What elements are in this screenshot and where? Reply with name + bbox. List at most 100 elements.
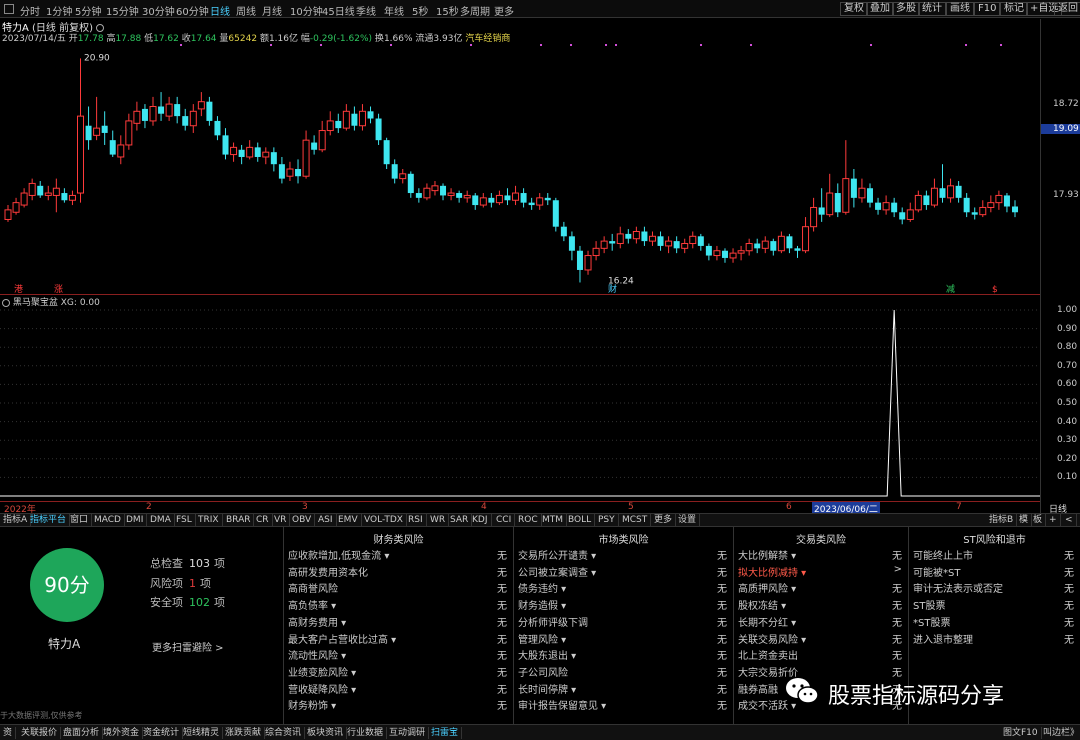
indicator-tab[interactable]: PSY (595, 514, 619, 527)
period-tab[interactable]: 季线 (356, 3, 376, 18)
indicator-tab[interactable]: CCI (493, 514, 516, 527)
risk-item[interactable]: 股权冻结 ▾ 无 (738, 597, 902, 612)
indicator-tab[interactable]: MCST (619, 514, 652, 527)
risk-item[interactable]: 高财务费用 ▾ 无 (288, 614, 507, 629)
risk-item[interactable]: 债务违约 ▾ 无 (518, 580, 727, 595)
toolbar-button[interactable]: F10 (974, 2, 1001, 16)
indicator-tab[interactable]: BOLL (565, 514, 596, 527)
toolbar-button[interactable]: 叠加 (866, 2, 894, 16)
indicator-tab[interactable]: 窗口 (67, 514, 93, 527)
period-tab[interactable]: 5分钟 (75, 3, 101, 18)
event-marker[interactable]: 涨 (54, 284, 63, 294)
risk-item[interactable]: 长时间停牌 ▾ 无 (518, 681, 727, 696)
period-tab[interactable]: 月线 (262, 3, 282, 18)
period-tab[interactable]: 15秒 (436, 3, 459, 18)
period-tab[interactable]: 更多 (494, 3, 514, 18)
risk-item[interactable]: 应收款增加,低现金流 ▾ 无 (288, 547, 507, 562)
indicator-tab[interactable]: 指标平台 (27, 514, 71, 527)
risk-item[interactable]: 可能终止上市 无 (913, 547, 1074, 562)
bottom-tab[interactable]: 关联报价 (18, 727, 62, 739)
bottom-tab[interactable]: 资 (0, 727, 17, 739)
risk-item[interactable]: 营收疑降风险 ▾ 无 (288, 681, 507, 696)
risk-item[interactable]: 长期不分红 ▾ 无 (738, 614, 902, 629)
risk-item[interactable]: 拟大比例减持 ▾ > (738, 564, 902, 579)
toolbar-button[interactable]: 画线 (946, 2, 974, 16)
risk-item[interactable]: *ST股票 无 (913, 614, 1074, 629)
toolbar-button[interactable]: 返回 (1054, 2, 1080, 16)
bottom-tab[interactable]: 短线精灵 (180, 727, 224, 739)
period-tab[interactable]: 分时 (20, 3, 40, 18)
risk-item[interactable]: 大宗交易折价无 (738, 664, 902, 679)
risk-item[interactable]: ST股票 无 (913, 597, 1074, 612)
indicator-tab-right[interactable]: < (1062, 514, 1077, 527)
period-tab[interactable]: 年线 (384, 3, 404, 18)
indicator-tab[interactable]: FSL (173, 514, 196, 527)
risk-item[interactable]: 审计报告保留意见 ▾ 无 (518, 697, 727, 712)
indicator-tab[interactable]: DMI (123, 514, 148, 527)
indicator-tab[interactable]: ASI (315, 514, 337, 527)
bottom-tab[interactable]: 行业数据 (344, 727, 388, 739)
indicator-tab[interactable]: 设置 (675, 514, 701, 527)
period-tab[interactable]: 10分钟 (290, 3, 323, 18)
risk-item[interactable]: 公司被立案调查 ▾ 无 (518, 564, 727, 579)
event-marker[interactable]: $ (992, 285, 998, 294)
menu-icon[interactable] (4, 4, 14, 14)
risk-item[interactable]: 高负债率 ▾ 无 (288, 597, 507, 612)
bottom-tab[interactable]: 盘面分析 (60, 727, 104, 739)
period-tab[interactable]: 15分钟 (106, 3, 139, 18)
indicator-tab[interactable]: ROC (515, 514, 542, 527)
indicator-tab[interactable]: 更多 (651, 514, 677, 527)
bottom-tab[interactable]: 扫雷宝 (428, 727, 463, 739)
indicator-tab-right[interactable]: 指标B (986, 514, 1018, 527)
event-marker[interactable]: 港 (14, 283, 23, 294)
risk-item[interactable]: 财务粉饰 ▾ 无 (288, 697, 507, 712)
risk-item[interactable]: 进入退市整理 无 (913, 631, 1074, 646)
risk-item[interactable]: 高商誉风险 无 (288, 580, 507, 595)
period-tab[interactable]: 日线 (210, 3, 230, 18)
indicator-tab[interactable]: KDJ (469, 514, 492, 527)
period-tab[interactable]: 30分钟 (142, 3, 175, 18)
indicator-tab[interactable]: DMA (147, 514, 175, 527)
bottom-tab[interactable]: 境外资金 (100, 727, 144, 739)
risk-item[interactable]: 高研发费用资本化 无 (288, 564, 507, 579)
indicator-tab[interactable]: MTM (539, 514, 568, 527)
toolbar-button[interactable]: 标记 (1000, 2, 1028, 16)
risk-item[interactable]: 大比例解禁 ▾ 无 (738, 547, 902, 562)
risk-item[interactable]: 流动性风险 ▾ 无 (288, 647, 507, 662)
indicator-tab[interactable]: EMV (335, 514, 362, 527)
bottom-tab[interactable]: 资金统计 (140, 727, 184, 739)
risk-item[interactable]: 交易所公开谴责 ▾ 无 (518, 547, 727, 562)
period-tab[interactable]: 5秒 (412, 3, 428, 18)
risk-item[interactable]: 财务造假 ▾ 无 (518, 597, 727, 612)
risk-item[interactable]: 最大客户占营收比过高 ▾ 无 (288, 631, 507, 646)
risk-item[interactable]: 可能被*ST 无 (913, 564, 1074, 579)
risk-item[interactable]: 管理风险 ▾ 无 (518, 631, 727, 646)
indicator-tab[interactable]: BRAR (223, 514, 255, 527)
bottom-tab[interactable]: 涨跌贡献 (222, 727, 266, 739)
indicator-tab[interactable]: CR (253, 514, 273, 527)
period-tab[interactable]: 多周期 (460, 3, 490, 18)
event-marker[interactable]: 减 (946, 283, 955, 294)
indicator-tab[interactable]: RSI (405, 514, 427, 527)
sector-tag[interactable]: 汽车经销商 (465, 34, 510, 44)
period-tab[interactable]: 60分钟 (176, 3, 209, 18)
event-marker[interactable]: 财 (608, 283, 617, 294)
more-risk-link[interactable]: 更多扫雷避险 > (152, 639, 224, 654)
risk-item[interactable]: 高质押风险 ▾ 无 (738, 580, 902, 595)
f10-button[interactable]: 图文F10 (1000, 727, 1042, 739)
sidebar-toggle[interactable]: 叫边栏》 (1040, 727, 1080, 739)
risk-item[interactable]: 北上资金卖出 无 (738, 647, 902, 662)
indicator-tab-right[interactable]: + (1046, 514, 1061, 527)
risk-item[interactable]: 审计无法表示或否定 无 (913, 580, 1074, 595)
risk-item[interactable]: 大股东退出 ▾ 无 (518, 647, 727, 662)
indicator-chart[interactable] (0, 306, 1040, 500)
price-chart[interactable]: 20.9016.24港涨财减 $ (0, 44, 1040, 294)
bottom-tab[interactable]: 互动调研 (386, 727, 430, 739)
indicator-tab[interactable]: MACD (91, 514, 125, 527)
risk-item[interactable]: 关联交易风险 ▾ 无 (738, 631, 902, 646)
risk-item[interactable]: 分析师评级下调 无 (518, 614, 727, 629)
indicator-tab-right[interactable]: 板 (1030, 514, 1047, 527)
indicator-tab[interactable]: TRIX (195, 514, 223, 527)
indicator-tab[interactable]: WR (427, 514, 450, 527)
period-tab[interactable]: 周线 (236, 3, 256, 18)
